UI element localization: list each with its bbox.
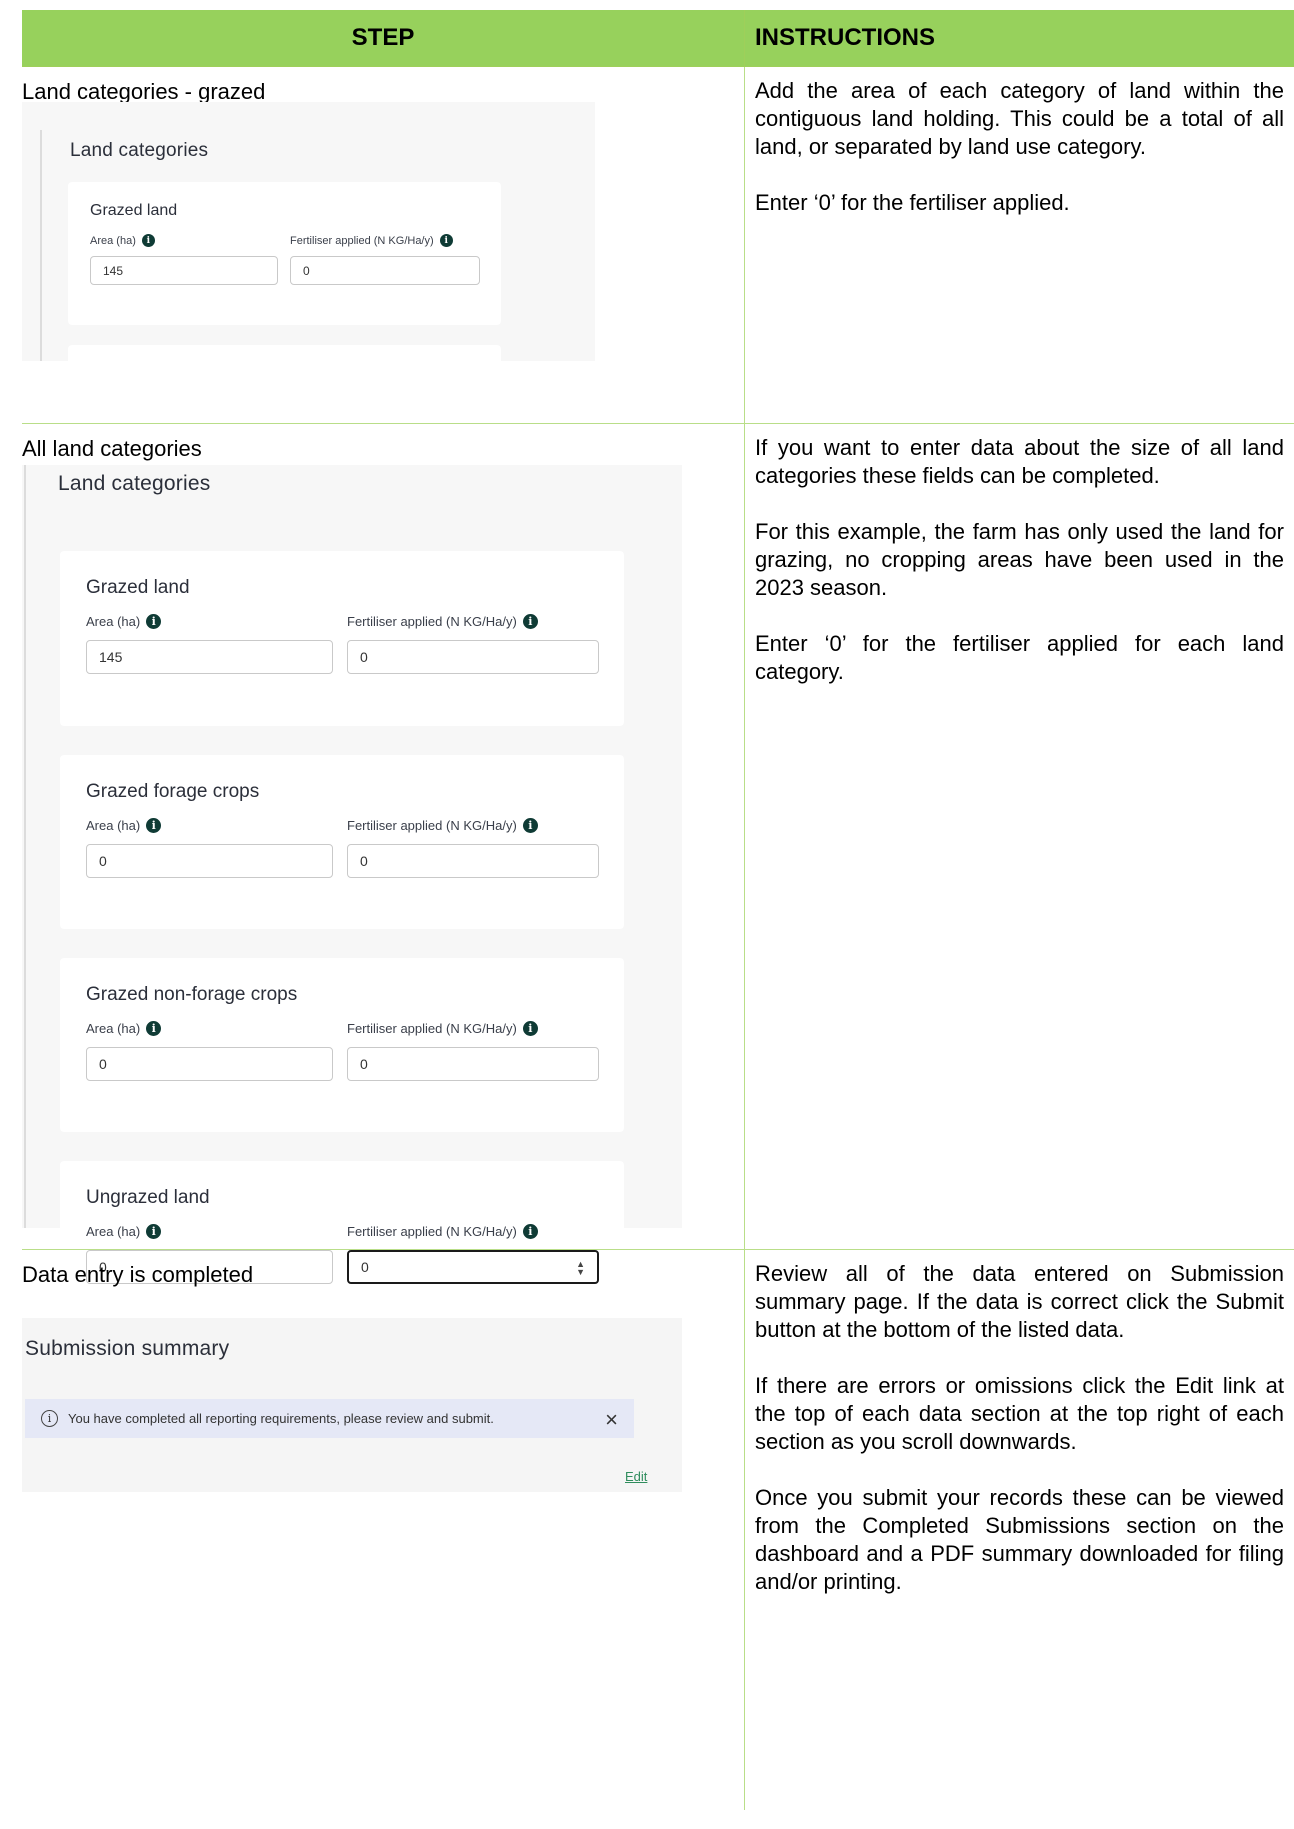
fertiliser-input[interactable]: 0 <box>290 256 480 285</box>
area-label: Area (ha) i <box>86 818 162 833</box>
info-icon[interactable]: i <box>146 1224 162 1239</box>
completion-alert: i You have completed all reporting requi… <box>25 1399 634 1438</box>
section-title: Land categories <box>70 140 209 161</box>
area-input[interactable]: 145 <box>86 640 333 674</box>
instruction-paragraph: Once you submit your records these can b… <box>755 1485 1284 1594</box>
fert-label: Fertiliser applied (N KG/Ha/y) i <box>290 234 453 247</box>
info-icon[interactable]: i <box>522 1224 538 1239</box>
fert-label: Fertiliser applied (N KG/Ha/y) i <box>347 614 538 629</box>
instruction-paragraph: For this example, the farm has only used… <box>755 519 1284 600</box>
card-title: Grazed non-forage crops <box>86 984 298 1005</box>
header-instructions: INSTRUCTIONS <box>744 10 1294 66</box>
card-title: Grazed land <box>86 577 190 598</box>
step-title: Data entry is completed <box>22 1262 254 1287</box>
area-label: Area (ha) i <box>86 1021 162 1036</box>
card-grazed-non-forage-crops: Grazed non-forage crops Area (ha) i Ferti… <box>60 958 624 1132</box>
instructions-table: STEP INSTRUCTIONS Land categories - graz… <box>22 10 1294 1810</box>
table-row: Data entry is completed Submission summa… <box>22 1250 1294 1810</box>
land-categories-screenshot: Land categories Grazed land Area (ha) i F… <box>22 102 595 361</box>
fert-label: Fertiliser applied (N KG/Ha/y) i <box>347 818 538 833</box>
info-icon[interactable]: i <box>522 614 538 629</box>
fert-label: Fertiliser applied (N KG/Ha/y) i <box>347 1224 538 1239</box>
info-circle-icon: i <box>41 1410 58 1427</box>
card-grazed-land: Grazed land Area (ha) i Fertiliser applie… <box>68 182 501 325</box>
card-title: Grazed forage crops <box>86 781 260 802</box>
header-step: STEP <box>351 24 415 51</box>
edit-link[interactable]: Edit <box>625 1469 647 1484</box>
card-grazed-land: Grazed land Area (ha) i Fertiliser applie… <box>60 551 624 726</box>
instruction-paragraph: If you want to enter data about the size… <box>755 435 1284 488</box>
instruction-paragraph: Enter ‘0’ for the fertiliser applied. <box>755 190 1070 215</box>
info-icon[interactable]: i <box>146 1021 162 1036</box>
info-icon[interactable]: i <box>522 1021 538 1036</box>
card-title: Ungrazed land <box>86 1187 210 1208</box>
table-header: STEP INSTRUCTIONS <box>22 10 1294 67</box>
area-input[interactable]: 145 <box>90 256 278 285</box>
card-ungrazed-land: Ungrazed land Area (ha) i Fertiliser appl… <box>60 1161 624 1284</box>
table-row: Land categories - grazed Land categories… <box>22 67 1294 424</box>
step-title: All land categories <box>22 436 202 461</box>
summary-title: Submission summary <box>25 1337 230 1360</box>
fertiliser-input[interactable]: 0 <box>347 844 599 878</box>
fertiliser-input[interactable]: 0 <box>347 1047 599 1081</box>
card-title: Grazed land <box>90 202 178 219</box>
area-label: Area (ha) i <box>90 234 155 247</box>
area-label: Area (ha) i <box>86 1224 162 1239</box>
area-input[interactable]: 0 <box>86 1047 333 1081</box>
area-input[interactable]: 0 <box>86 844 333 878</box>
card-grazed-forage-crops: Grazed forage crops Area (ha) i Fertilise… <box>60 755 624 929</box>
info-icon[interactable]: i <box>141 234 155 247</box>
area-label: Area (ha) i <box>86 614 162 629</box>
close-icon[interactable]: × <box>605 1407 618 1433</box>
info-icon[interactable]: i <box>146 818 162 833</box>
info-icon[interactable]: i <box>146 614 162 629</box>
table-row: All land categories Land categories Graz… <box>22 424 1294 1284</box>
instruction-paragraph: Add the area of each category of land wi… <box>755 78 1284 159</box>
fertiliser-input[interactable]: 0 <box>347 640 599 674</box>
submission-summary-screenshot: Submission summary i You have completed … <box>22 1318 682 1492</box>
instruction-paragraph: Review all of the data entered on Submis… <box>755 1261 1284 1342</box>
card-partial <box>68 345 501 361</box>
info-icon[interactable]: i <box>439 234 453 247</box>
info-icon[interactable]: i <box>522 818 538 833</box>
section-title: Land categories <box>58 472 211 495</box>
all-land-categories-screenshot: Land categories Grazed land Area (ha) i F… <box>22 465 682 1284</box>
instruction-paragraph: Enter ‘0’ for the fertiliser applied for… <box>755 631 1284 684</box>
fert-label: Fertiliser applied (N KG/Ha/y) i <box>347 1021 538 1036</box>
instruction-paragraph: If there are errors or omissions click t… <box>755 1373 1284 1454</box>
